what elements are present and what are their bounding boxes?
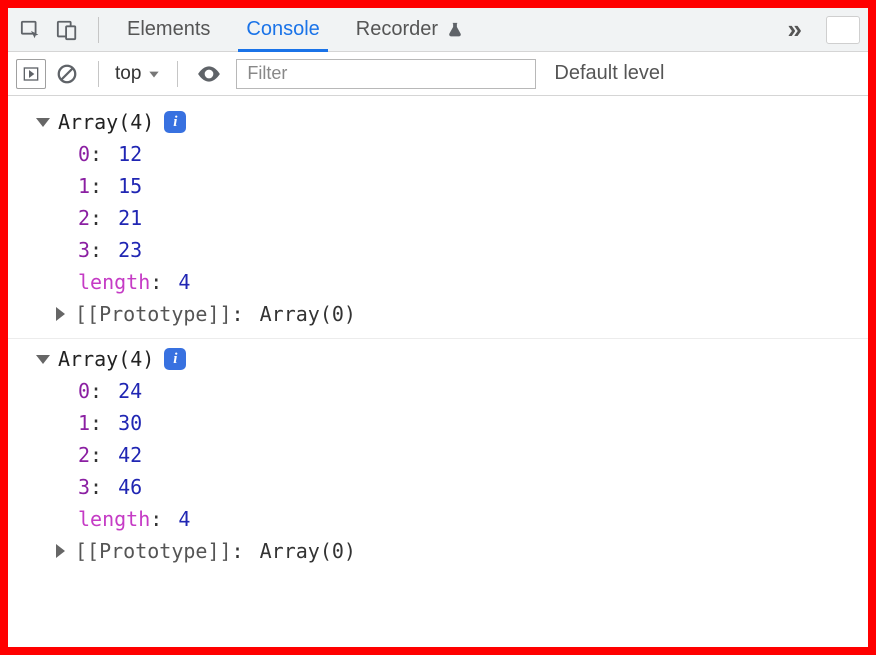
tab-label: Console bbox=[246, 18, 319, 41]
property-value: 15 bbox=[118, 170, 142, 202]
object-property-row: 1: 30 bbox=[8, 407, 868, 439]
separator bbox=[98, 17, 99, 43]
tab-recorder[interactable]: Recorder bbox=[338, 8, 482, 52]
property-key: 3 bbox=[78, 234, 90, 266]
property-value: Array(0) bbox=[260, 298, 356, 330]
settings-button[interactable] bbox=[826, 16, 860, 44]
property-key: length bbox=[78, 503, 150, 535]
property-value: 30 bbox=[118, 407, 142, 439]
separator bbox=[177, 61, 178, 87]
chevron-down-icon bbox=[147, 67, 161, 81]
property-key: [[Prototype]] bbox=[75, 535, 232, 567]
device-toggle-icon[interactable] bbox=[52, 15, 82, 45]
property-key: [[Prototype]] bbox=[75, 298, 232, 330]
object-header-row[interactable]: Array(4) i bbox=[8, 343, 868, 375]
property-key: 2 bbox=[78, 439, 90, 471]
property-value: 42 bbox=[118, 439, 142, 471]
property-value: 4 bbox=[178, 503, 190, 535]
property-key: 0 bbox=[78, 375, 90, 407]
property-key: 3 bbox=[78, 471, 90, 503]
separator bbox=[98, 61, 99, 87]
flask-icon bbox=[446, 21, 464, 39]
disclosure-right-icon[interactable] bbox=[56, 544, 65, 558]
prototype-row[interactable]: [[Prototype]]: Array(0) bbox=[8, 298, 868, 330]
tab-elements[interactable]: Elements bbox=[109, 8, 228, 52]
object-property-row: 0: 12 bbox=[8, 138, 868, 170]
property-key: length bbox=[78, 266, 150, 298]
live-expression-icon[interactable] bbox=[194, 59, 224, 89]
console-entry: Array(4) i 0: 12 1: 15 2: 21 3: 23 lengt… bbox=[8, 102, 868, 339]
devtools-frame: Elements Console Recorder » bbox=[0, 0, 876, 655]
disclosure-down-icon[interactable] bbox=[36, 118, 50, 127]
property-key: 1 bbox=[78, 407, 90, 439]
tab-bar: Elements Console Recorder » bbox=[8, 8, 868, 52]
property-value: 21 bbox=[118, 202, 142, 234]
property-value: Array(0) bbox=[260, 535, 356, 567]
object-property-row: 3: 46 bbox=[8, 471, 868, 503]
disclosure-down-icon[interactable] bbox=[36, 355, 50, 364]
property-value: 12 bbox=[118, 138, 142, 170]
log-levels-selector[interactable]: Default level bbox=[554, 62, 664, 85]
object-property-row: 2: 21 bbox=[8, 202, 868, 234]
select-element-icon[interactable] bbox=[16, 15, 46, 45]
object-property-row: length: 4 bbox=[8, 503, 868, 535]
prototype-row[interactable]: [[Prototype]]: Array(0) bbox=[8, 535, 868, 567]
disclosure-right-icon[interactable] bbox=[56, 307, 65, 321]
object-property-row: 0: 24 bbox=[8, 375, 868, 407]
filter-input[interactable] bbox=[236, 59, 536, 89]
property-key: 1 bbox=[78, 170, 90, 202]
property-value: 4 bbox=[178, 266, 190, 298]
context-label: top bbox=[115, 63, 141, 85]
object-property-row: 2: 42 bbox=[8, 439, 868, 471]
console-entry: Array(4) i 0: 24 1: 30 2: 42 3: 46 lengt… bbox=[8, 339, 868, 575]
more-tabs-icon[interactable]: » bbox=[772, 14, 818, 45]
object-summary: Array(4) bbox=[58, 343, 154, 375]
info-badge-icon[interactable]: i bbox=[164, 348, 186, 370]
object-property-row: 3: 23 bbox=[8, 234, 868, 266]
property-value: 46 bbox=[118, 471, 142, 503]
info-badge-icon[interactable]: i bbox=[164, 111, 186, 133]
object-summary: Array(4) bbox=[58, 106, 154, 138]
object-property-row: 1: 15 bbox=[8, 170, 868, 202]
object-header-row[interactable]: Array(4) i bbox=[8, 106, 868, 138]
property-value: 24 bbox=[118, 375, 142, 407]
object-property-row: length: 4 bbox=[8, 266, 868, 298]
log-levels-label: Default level bbox=[554, 62, 664, 84]
property-key: 0 bbox=[78, 138, 90, 170]
tab-label: Elements bbox=[127, 18, 210, 41]
clear-console-icon[interactable] bbox=[52, 59, 82, 89]
sidebar-toggle-icon[interactable] bbox=[16, 59, 46, 89]
console-output: Array(4) i 0: 12 1: 15 2: 21 3: 23 lengt… bbox=[8, 96, 868, 583]
tab-console[interactable]: Console bbox=[228, 8, 337, 52]
console-toolbar: top Default level bbox=[8, 52, 868, 96]
tab-label: Recorder bbox=[356, 18, 438, 41]
property-key: 2 bbox=[78, 202, 90, 234]
context-selector[interactable]: top bbox=[109, 63, 167, 85]
property-value: 23 bbox=[118, 234, 142, 266]
